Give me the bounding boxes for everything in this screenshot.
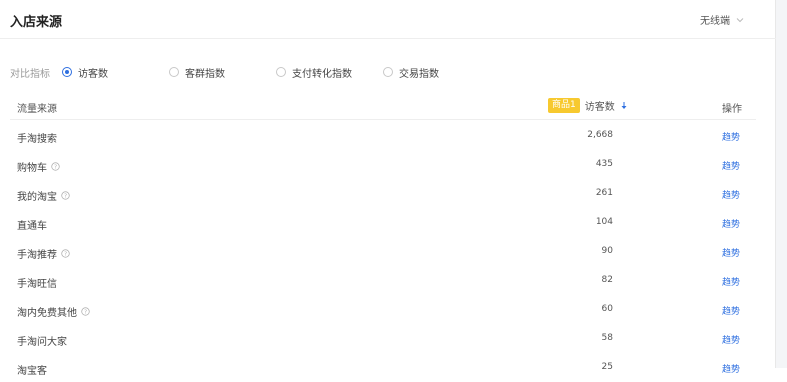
visitor-count: 435 (595, 159, 613, 169)
trend-link[interactable]: 趋势 (722, 188, 740, 201)
table-row: 购物车 ? 435 趋势 (10, 150, 756, 179)
metric-option-label: 客群指数 (185, 68, 225, 80)
source-name: 直通车 (17, 217, 47, 232)
visitor-count: 58 (601, 333, 613, 343)
visitor-count: 261 (595, 188, 613, 198)
trend-link[interactable]: 趋势 (722, 275, 740, 288)
source-name-label: 手淘搜索 (17, 134, 57, 145)
visitor-count: 25 (601, 362, 613, 372)
column-header-metric[interactable]: 商品1 访客数 (548, 98, 628, 113)
visitor-count: 90 (601, 246, 613, 256)
table-row: 直通车 104 趋势 (10, 208, 756, 237)
visitor-count: 60 (601, 304, 613, 314)
metric-selector: 对比指标 访客数 客群指数 支付转化指数 交易指数 (10, 64, 439, 80)
metric-option-label: 交易指数 (399, 68, 439, 80)
help-icon[interactable]: ? (51, 162, 60, 171)
source-name: 淘内免费其他 ? (17, 304, 90, 319)
panel-header: 入店来源 无线端 (0, 0, 776, 39)
source-name: 购物车 ? (17, 159, 60, 174)
metric-selector-label: 对比指标 (10, 68, 50, 80)
metric-option-trade-index[interactable]: 交易指数 (383, 65, 439, 80)
source-name: 手淘搜索 (17, 130, 57, 145)
source-name: 手淘问大家 (17, 333, 67, 348)
source-table-body: 手淘搜索 2,668 趋势 购物车 ? 435 趋势 我的淘宝 ? 261 趋势… (10, 121, 756, 382)
svg-text:?: ? (64, 194, 67, 200)
trend-link[interactable]: 趋势 (722, 159, 740, 172)
source-name-label: 手淘推荐 (17, 250, 57, 261)
visitor-count: 104 (595, 217, 613, 227)
trend-link[interactable]: 趋势 (722, 246, 740, 259)
table-row: 淘内免费其他 ? 60 趋势 (10, 295, 756, 324)
table-row: 手淘搜索 2,668 趋势 (10, 121, 756, 150)
svg-text:?: ? (54, 165, 57, 171)
metric-option-label: 支付转化指数 (292, 68, 352, 80)
source-name-label: 淘宝客 (17, 366, 47, 377)
radio-icon (169, 67, 179, 77)
table-row: 我的淘宝 ? 261 趋势 (10, 179, 756, 208)
source-name: 手淘旺信 (17, 275, 57, 290)
visitor-count: 2,668 (587, 130, 613, 140)
metric-option-conversion-index[interactable]: 支付转化指数 (276, 65, 383, 80)
source-name-label: 购物车 (17, 163, 47, 174)
device-select-label: 无线端 (700, 16, 730, 27)
help-icon[interactable]: ? (61, 191, 70, 200)
trend-link[interactable]: 趋势 (722, 130, 740, 143)
radio-icon (383, 67, 393, 77)
source-name: 淘宝客 (17, 362, 47, 377)
table-row: 手淘推荐 ? 90 趋势 (10, 237, 756, 266)
trend-link[interactable]: 趋势 (722, 333, 740, 346)
source-name-label: 手淘旺信 (17, 279, 57, 290)
page-side-gutter (776, 0, 787, 368)
source-name: 手淘推荐 ? (17, 246, 70, 261)
device-select[interactable]: 无线端 (700, 12, 745, 27)
panel-title: 入店来源 (10, 15, 63, 30)
entry-source-panel: 入店来源 无线端 对比指标 访客数 客群指数 支付转化指数 交易指数 流量来源 (0, 0, 776, 377)
chevron-down-icon (736, 17, 744, 22)
source-name: 我的淘宝 ? (17, 188, 70, 203)
trend-link[interactable]: 趋势 (722, 217, 740, 230)
column-header-metric-label: 访客数 (584, 102, 615, 113)
radio-icon (276, 67, 286, 77)
visitor-count: 82 (601, 275, 613, 285)
source-name-label: 直通车 (17, 221, 47, 232)
source-name-label: 手淘问大家 (17, 337, 67, 348)
column-header-action: 操作 (722, 104, 742, 115)
sort-desc-icon[interactable] (620, 101, 628, 111)
table-row: 手淘旺信 82 趋势 (10, 266, 756, 295)
svg-text:?: ? (84, 310, 87, 316)
table-header: 流量来源 商品1 访客数 操作 (10, 91, 756, 120)
metric-option-label: 访客数 (78, 68, 108, 80)
product-badge: 商品1 (548, 98, 580, 113)
metric-option-visitors[interactable]: 访客数 (62, 65, 169, 80)
table-row: 手淘问大家 58 趋势 (10, 324, 756, 353)
column-header-source: 流量来源 (17, 104, 57, 115)
trend-link[interactable]: 趋势 (722, 304, 740, 317)
trend-link[interactable]: 趋势 (722, 362, 740, 375)
svg-text:?: ? (64, 252, 67, 258)
metric-option-customer-index[interactable]: 客群指数 (169, 65, 276, 80)
help-icon[interactable]: ? (61, 249, 70, 258)
source-name-label: 我的淘宝 (17, 192, 57, 203)
radio-checked-icon (62, 67, 72, 77)
help-icon[interactable]: ? (81, 307, 90, 316)
source-name-label: 淘内免费其他 (17, 308, 77, 319)
